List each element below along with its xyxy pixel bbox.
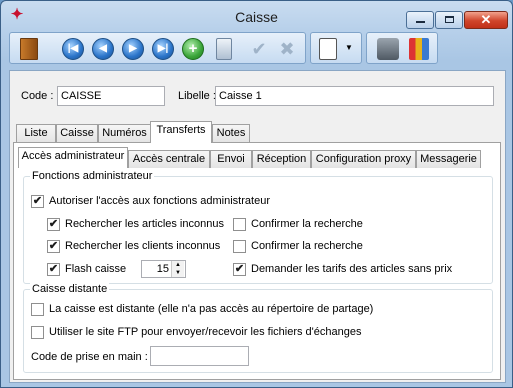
first-record-icon[interactable]: |◀	[62, 38, 84, 60]
demand-tarifs-checkbox[interactable]: ✔	[233, 263, 246, 276]
previous-record-icon[interactable]: ◀	[92, 38, 114, 60]
tab-notes[interactable]: Notes	[212, 124, 250, 143]
code-label: Code :	[21, 90, 54, 102]
libelle-field[interactable]: Caisse 1	[215, 86, 494, 106]
libelle-label: Libelle :	[178, 90, 216, 102]
search-articles-label: Rechercher les articles inconnus	[65, 218, 224, 230]
last-record-icon[interactable]: ▶|	[152, 38, 174, 60]
tab-caisse[interactable]: Caisse	[56, 124, 98, 143]
flash-caisse-checkbox[interactable]: ✔	[47, 263, 60, 276]
add-icon[interactable]: +	[182, 38, 204, 60]
maximize-icon	[445, 16, 454, 23]
subtab-reception[interactable]: Réception	[252, 150, 311, 168]
close-icon: ✕	[480, 12, 492, 27]
search-articles-checkbox[interactable]: ✔	[47, 218, 60, 231]
confirm-articles-checkbox[interactable]	[233, 218, 246, 231]
print-icon[interactable]	[377, 38, 399, 60]
toolbar-group-records: |◀ ◀ ▶ ▶| + ✔ ✖	[9, 32, 306, 64]
toolbar: |◀ ◀ ▶ ▶| + ✔ ✖ ▼	[9, 32, 506, 66]
takeover-code-label: Code de prise en main :	[31, 351, 148, 363]
takeover-code-field[interactable]	[150, 346, 249, 366]
ftp-checkbox[interactable]	[31, 326, 44, 339]
flash-caisse-label: Flash caisse	[65, 263, 127, 275]
transferts-tab-page: Accès administrateur Accès centrale Envo…	[13, 142, 501, 380]
confirm-articles-label: Confirmer la recherche	[251, 218, 363, 230]
distant-label: La caisse est distante (elle n'a pas acc…	[49, 303, 374, 315]
cancel-icon: ✖	[279, 39, 295, 59]
next-record-icon[interactable]: ▶	[122, 38, 144, 60]
admin-group-title: Fonctions administrateur	[30, 170, 155, 182]
subtab-messagerie[interactable]: Messagerie	[416, 150, 481, 168]
search-clients-checkbox[interactable]: ✔	[47, 240, 60, 253]
minimize-button[interactable]	[406, 11, 434, 29]
demand-tarifs-label: Demander les tarifs des articles sans pr…	[251, 263, 453, 275]
toolbar-group-menu: ▼	[310, 32, 362, 64]
list-menu-icon[interactable]	[319, 38, 337, 60]
stepper-down-icon[interactable]: ▼	[172, 269, 184, 277]
ftp-label: Utiliser le site FTP pour envoyer/recevo…	[49, 326, 362, 338]
code-field[interactable]: CAISSE	[57, 86, 165, 106]
validate-icon: ✔	[251, 39, 267, 59]
statistics-icon[interactable]	[409, 38, 429, 60]
search-clients-label: Rechercher les clients inconnus	[65, 240, 221, 252]
confirm-clients-label: Confirmer la recherche	[251, 240, 363, 252]
toolbar-group-tools	[366, 32, 438, 64]
flash-caisse-value[interactable]: 15	[142, 261, 172, 277]
minimize-icon	[416, 21, 425, 23]
confirm-clients-checkbox[interactable]	[233, 240, 246, 253]
subtab-acces-administrateur[interactable]: Accès administrateur	[18, 147, 128, 168]
door-exit-icon[interactable]	[20, 38, 38, 60]
distant-checkbox[interactable]	[31, 303, 44, 316]
close-button[interactable]: ✕	[464, 11, 508, 29]
flash-caisse-stepper[interactable]: 15 ▲ ▼	[141, 260, 186, 278]
stepper-buttons: ▲ ▼	[171, 261, 185, 277]
subtab-acces-centrale[interactable]: Accès centrale	[128, 150, 210, 168]
tab-transferts[interactable]: Transferts	[150, 121, 212, 143]
maximize-button[interactable]	[435, 11, 463, 29]
remote-cash-group: Caisse distante La caisse est distante (…	[23, 283, 493, 373]
subtab-envoi[interactable]: Envoi	[210, 150, 252, 168]
chevron-down-icon[interactable]: ▼	[345, 43, 353, 52]
caisse-window: ✦ Caisse ✕ |◀ ◀ ▶ ▶| + ✔ ✖ ▼ Code : CAIS…	[0, 0, 513, 388]
title-bar[interactable]: ✦ Caisse ✕	[1, 1, 512, 29]
authorize-admin-checkbox[interactable]: ✔	[31, 195, 44, 208]
remote-group-title: Caisse distante	[30, 283, 110, 295]
subtab-configuration-proxy[interactable]: Configuration proxy	[311, 150, 416, 168]
authorize-admin-label: Autoriser l'accès aux fonctions administ…	[49, 195, 270, 207]
tab-numeros[interactable]: Numéros	[98, 124, 151, 143]
admin-functions-group: Fonctions administrateur ✔ Autoriser l'a…	[23, 170, 493, 284]
delete-icon[interactable]	[216, 38, 232, 60]
main-panel: Code : CAISSE Libelle : Caisse 1 Liste C…	[9, 70, 506, 383]
tab-liste[interactable]: Liste	[16, 124, 56, 143]
